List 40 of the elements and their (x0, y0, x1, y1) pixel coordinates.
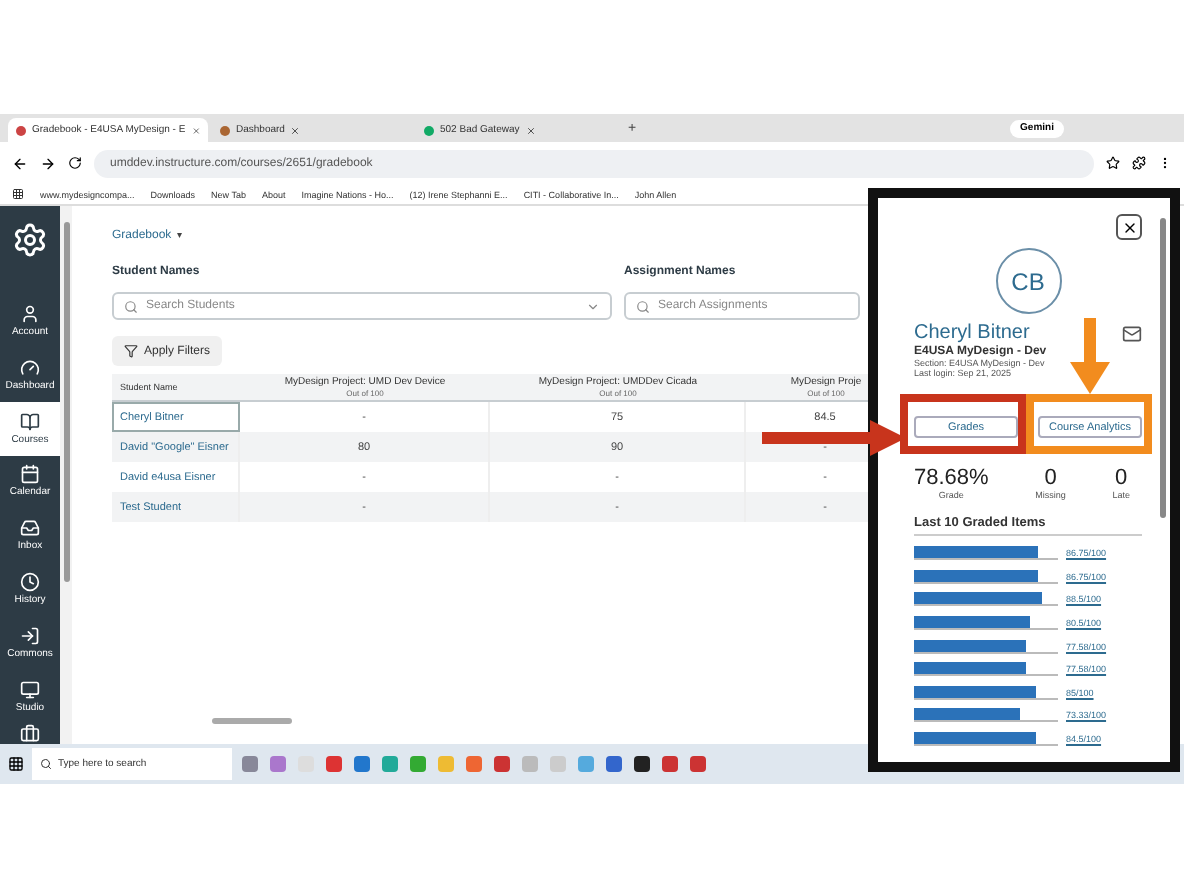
search-icon (124, 299, 138, 313)
search-icon (40, 758, 52, 770)
highlight-frame (900, 394, 1026, 454)
favicon-icon (220, 125, 230, 135)
history-icon (20, 572, 40, 593)
forward-icon[interactable] (40, 155, 56, 171)
star-icon[interactable] (1106, 156, 1120, 170)
calendar-icon (20, 464, 40, 485)
scrollbar-thumb[interactable] (1160, 218, 1166, 518)
close-icon (1121, 219, 1137, 235)
dashboard-icon (20, 357, 40, 378)
studio-icon (20, 680, 40, 701)
puzzle-icon[interactable] (1132, 156, 1146, 170)
commons-icon (20, 626, 40, 647)
briefcase-icon[interactable] (20, 723, 40, 744)
stat-value: 0 (1044, 466, 1057, 490)
close-button[interactable] (1116, 214, 1142, 240)
arrow (762, 420, 906, 456)
arrow (1070, 318, 1110, 394)
favicon-icon (16, 125, 26, 135)
search-icon (636, 299, 650, 313)
scrollbar-thumb[interactable] (63, 222, 69, 582)
back-icon[interactable] (12, 155, 28, 171)
apps-icon[interactable] (12, 188, 24, 200)
reload-icon[interactable] (68, 156, 82, 170)
favicon-icon (424, 125, 434, 135)
mail-icon[interactable] (1122, 323, 1142, 343)
menu-icon[interactable] (1158, 156, 1172, 170)
account-icon (20, 303, 40, 324)
horizontal-scrollbar[interactable] (212, 718, 292, 724)
filter-icon (124, 344, 138, 358)
student-name[interactable]: Cheryl Bitner (914, 322, 1030, 344)
avatar-initials: CB (995, 248, 1061, 314)
stat-value: 78.68% (914, 466, 989, 490)
chevron-down-icon (586, 299, 600, 313)
stat-value: 0 (1115, 466, 1128, 490)
inbox-icon (20, 518, 40, 539)
close-icon[interactable] (191, 125, 200, 135)
highlight-frame (1026, 394, 1152, 454)
courses-icon (20, 411, 40, 432)
